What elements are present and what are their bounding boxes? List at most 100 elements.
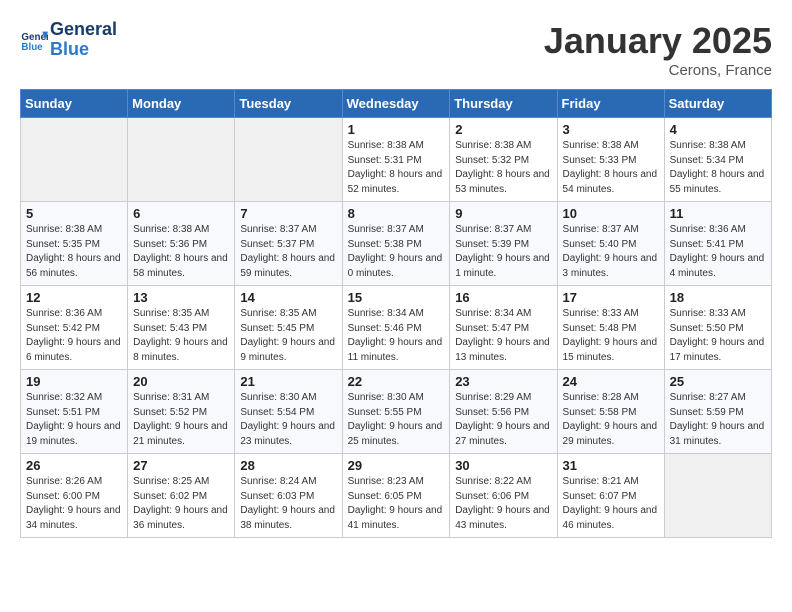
calendar-cell: 1 Sunrise: 8:38 AM Sunset: 5:31 PM Daylig… xyxy=(342,118,450,202)
page: General Blue General Blue January 2025 C… xyxy=(0,0,792,548)
day-number: 10 xyxy=(563,206,659,221)
calendar-cell: 15 Sunrise: 8:34 AM Sunset: 5:46 PM Dayli… xyxy=(342,286,450,370)
calendar-cell: 2 Sunrise: 8:38 AM Sunset: 5:32 PM Daylig… xyxy=(450,118,557,202)
logo-icon: General Blue xyxy=(20,26,48,54)
calendar-header-row: SundayMondayTuesdayWednesdayThursdayFrid… xyxy=(21,90,772,118)
calendar-cell: 4 Sunrise: 8:38 AM Sunset: 5:34 PM Daylig… xyxy=(664,118,771,202)
calendar-cell: 26Sunrise: 8:26 AM Sunset: 6:00 PM Dayli… xyxy=(21,454,128,538)
day-number: 15 xyxy=(348,290,445,305)
day-info: Sunrise: 8:25 AM Sunset: 6:02 PM Dayligh… xyxy=(133,475,229,533)
day-number: 25 xyxy=(670,374,766,389)
calendar-cell: 20 Sunrise: 8:31 AM Sunset: 5:52 PM Dayli… xyxy=(128,370,235,454)
day-info: Sunrise: 8:36 AM Sunset: 5:41 PM Dayligh… xyxy=(670,223,766,281)
day-info: Sunrise: 8:22 AM Sunset: 6:06 PM Dayligh… xyxy=(455,475,551,533)
calendar-cell: 18Sunrise: 8:33 AM Sunset: 5:50 PM Dayli… xyxy=(664,286,771,370)
day-info: Sunrise: 8:38 AM Sunset: 5:31 PM Dayligh… xyxy=(348,139,445,197)
calendar-week-row: 26Sunrise: 8:26 AM Sunset: 6:00 PM Dayli… xyxy=(21,454,772,538)
calendar-cell: 11 Sunrise: 8:36 AM Sunset: 5:41 PM Dayli… xyxy=(664,202,771,286)
day-info: Sunrise: 8:30 AM Sunset: 5:55 PM Dayligh… xyxy=(348,391,445,449)
calendar: SundayMondayTuesdayWednesdayThursdayFrid… xyxy=(20,89,772,538)
header: General Blue General Blue January 2025 C… xyxy=(20,20,772,79)
day-number: 19 xyxy=(26,374,122,389)
logo-text: General Blue xyxy=(50,20,117,60)
day-number: 6 xyxy=(133,206,229,221)
location: Cerons, France xyxy=(544,62,772,79)
day-info: Sunrise: 8:33 AM Sunset: 5:48 PM Dayligh… xyxy=(563,307,659,365)
day-info: Sunrise: 8:35 AM Sunset: 5:45 PM Dayligh… xyxy=(240,307,336,365)
calendar-cell: 25 Sunrise: 8:27 AM Sunset: 5:59 PM Dayli… xyxy=(664,370,771,454)
calendar-cell: 13 Sunrise: 8:35 AM Sunset: 5:43 PM Dayli… xyxy=(128,286,235,370)
day-info: Sunrise: 8:21 AM Sunset: 6:07 PM Dayligh… xyxy=(563,475,659,533)
calendar-week-row: 5 Sunrise: 8:38 AM Sunset: 5:35 PM Daylig… xyxy=(21,202,772,286)
logo-line1: General xyxy=(50,20,117,40)
day-number: 29 xyxy=(348,458,445,473)
day-number: 16 xyxy=(455,290,551,305)
weekday-header: Tuesday xyxy=(235,90,342,118)
logo-line2: Blue xyxy=(50,40,117,60)
day-info: Sunrise: 8:24 AM Sunset: 6:03 PM Dayligh… xyxy=(240,475,336,533)
day-number: 28 xyxy=(240,458,336,473)
day-number: 3 xyxy=(563,122,659,137)
day-info: Sunrise: 8:38 AM Sunset: 5:33 PM Dayligh… xyxy=(563,139,659,197)
weekday-header: Monday xyxy=(128,90,235,118)
day-number: 17 xyxy=(563,290,659,305)
day-info: Sunrise: 8:31 AM Sunset: 5:52 PM Dayligh… xyxy=(133,391,229,449)
day-number: 30 xyxy=(455,458,551,473)
calendar-cell: 8Sunrise: 8:37 AM Sunset: 5:38 PM Daylig… xyxy=(342,202,450,286)
calendar-cell: 14 Sunrise: 8:35 AM Sunset: 5:45 PM Dayli… xyxy=(235,286,342,370)
day-info: Sunrise: 8:37 AM Sunset: 5:37 PM Dayligh… xyxy=(240,223,336,281)
day-number: 20 xyxy=(133,374,229,389)
calendar-cell: 27 Sunrise: 8:25 AM Sunset: 6:02 PM Dayli… xyxy=(128,454,235,538)
day-info: Sunrise: 8:38 AM Sunset: 5:35 PM Dayligh… xyxy=(26,223,122,281)
day-info: Sunrise: 8:27 AM Sunset: 5:59 PM Dayligh… xyxy=(670,391,766,449)
calendar-cell: 31 Sunrise: 8:21 AM Sunset: 6:07 PM Dayli… xyxy=(557,454,664,538)
title-section: January 2025 Cerons, France xyxy=(544,20,772,79)
calendar-cell: 23 Sunrise: 8:29 AM Sunset: 5:56 PM Dayli… xyxy=(450,370,557,454)
day-number: 11 xyxy=(670,206,766,221)
day-number: 21 xyxy=(240,374,336,389)
day-number: 27 xyxy=(133,458,229,473)
calendar-cell: 30 Sunrise: 8:22 AM Sunset: 6:06 PM Dayli… xyxy=(450,454,557,538)
day-number: 14 xyxy=(240,290,336,305)
weekday-header: Saturday xyxy=(664,90,771,118)
day-info: Sunrise: 8:37 AM Sunset: 5:38 PM Dayligh… xyxy=(348,223,445,281)
calendar-week-row: 19 Sunrise: 8:32 AM Sunset: 5:51 PM Dayli… xyxy=(21,370,772,454)
day-info: Sunrise: 8:37 AM Sunset: 5:39 PM Dayligh… xyxy=(455,223,551,281)
day-number: 4 xyxy=(670,122,766,137)
day-info: Sunrise: 8:35 AM Sunset: 5:43 PM Dayligh… xyxy=(133,307,229,365)
day-number: 1 xyxy=(348,122,445,137)
day-info: Sunrise: 8:30 AM Sunset: 5:54 PM Dayligh… xyxy=(240,391,336,449)
calendar-cell: 5 Sunrise: 8:38 AM Sunset: 5:35 PM Daylig… xyxy=(21,202,128,286)
calendar-week-row: 12Sunrise: 8:36 AM Sunset: 5:42 PM Dayli… xyxy=(21,286,772,370)
day-info: Sunrise: 8:34 AM Sunset: 5:46 PM Dayligh… xyxy=(348,307,445,365)
calendar-cell: 16Sunrise: 8:34 AM Sunset: 5:47 PM Dayli… xyxy=(450,286,557,370)
weekday-header: Thursday xyxy=(450,90,557,118)
day-number: 9 xyxy=(455,206,551,221)
day-number: 31 xyxy=(563,458,659,473)
day-number: 2 xyxy=(455,122,551,137)
calendar-cell: 29 Sunrise: 8:23 AM Sunset: 6:05 PM Dayli… xyxy=(342,454,450,538)
day-info: Sunrise: 8:29 AM Sunset: 5:56 PM Dayligh… xyxy=(455,391,551,449)
calendar-cell: 3 Sunrise: 8:38 AM Sunset: 5:33 PM Daylig… xyxy=(557,118,664,202)
logo: General Blue General Blue xyxy=(20,20,117,60)
calendar-cell: 28 Sunrise: 8:24 AM Sunset: 6:03 PM Dayli… xyxy=(235,454,342,538)
day-info: Sunrise: 8:37 AM Sunset: 5:40 PM Dayligh… xyxy=(563,223,659,281)
calendar-cell: 17 Sunrise: 8:33 AM Sunset: 5:48 PM Dayli… xyxy=(557,286,664,370)
day-number: 5 xyxy=(26,206,122,221)
day-info: Sunrise: 8:38 AM Sunset: 5:34 PM Dayligh… xyxy=(670,139,766,197)
calendar-cell xyxy=(128,118,235,202)
calendar-cell: 12Sunrise: 8:36 AM Sunset: 5:42 PM Dayli… xyxy=(21,286,128,370)
day-number: 13 xyxy=(133,290,229,305)
weekday-header: Wednesday xyxy=(342,90,450,118)
calendar-cell xyxy=(21,118,128,202)
day-info: Sunrise: 8:38 AM Sunset: 5:32 PM Dayligh… xyxy=(455,139,551,197)
day-number: 7 xyxy=(240,206,336,221)
day-info: Sunrise: 8:23 AM Sunset: 6:05 PM Dayligh… xyxy=(348,475,445,533)
day-info: Sunrise: 8:32 AM Sunset: 5:51 PM Dayligh… xyxy=(26,391,122,449)
calendar-cell: 9 Sunrise: 8:37 AM Sunset: 5:39 PM Daylig… xyxy=(450,202,557,286)
calendar-cell: 19 Sunrise: 8:32 AM Sunset: 5:51 PM Dayli… xyxy=(21,370,128,454)
svg-text:Blue: Blue xyxy=(21,42,43,53)
day-number: 23 xyxy=(455,374,551,389)
day-number: 22 xyxy=(348,374,445,389)
calendar-cell: 10 Sunrise: 8:37 AM Sunset: 5:40 PM Dayli… xyxy=(557,202,664,286)
